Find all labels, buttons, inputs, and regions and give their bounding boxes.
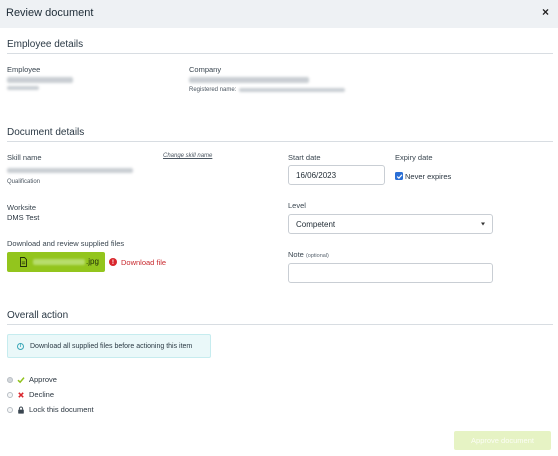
level-label: Level bbox=[288, 201, 306, 210]
note-input[interactable] bbox=[288, 263, 493, 283]
lock-option[interactable]: Lock this document bbox=[7, 405, 94, 414]
registered-name-redacted bbox=[239, 88, 345, 92]
note-label-text: Note bbox=[288, 250, 304, 259]
employee-label: Employee bbox=[7, 65, 41, 74]
start-date-label: Start date bbox=[288, 153, 321, 162]
close-icon[interactable]: × bbox=[542, 5, 549, 19]
expiry-date-label: Expiry date bbox=[395, 153, 433, 162]
section-divider bbox=[7, 53, 553, 54]
registered-name-label: Registered name: bbox=[189, 87, 237, 93]
alert-icon: ! bbox=[109, 258, 117, 266]
never-expires-label: Never expires bbox=[405, 172, 452, 181]
download-file-label: Download file bbox=[121, 257, 167, 267]
lock-radio[interactable] bbox=[7, 406, 13, 413]
never-expires-checkbox[interactable] bbox=[395, 172, 403, 180]
x-icon bbox=[17, 391, 25, 399]
file-extension: .jpg bbox=[86, 257, 99, 266]
document-section-title: Document details bbox=[7, 127, 85, 138]
overall-section-title: Overall action bbox=[7, 310, 69, 321]
section-divider bbox=[7, 141, 553, 142]
chevron-down-icon bbox=[481, 222, 485, 226]
start-date-input[interactable]: 16/06/2023 bbox=[288, 165, 385, 185]
decline-option[interactable]: Decline bbox=[7, 390, 54, 399]
check-icon bbox=[396, 173, 402, 179]
company-name-redacted bbox=[189, 77, 309, 83]
worksite-label: Worksite bbox=[7, 203, 37, 212]
approve-option[interactable]: Approve bbox=[7, 375, 57, 384]
approve-label: Approve bbox=[29, 375, 57, 384]
qualification-label: Qualification bbox=[7, 179, 41, 185]
change-skill-name-link[interactable]: Change skill name bbox=[163, 153, 212, 159]
decline-radio[interactable] bbox=[7, 391, 13, 398]
alert-text: Download all supplied files before actio… bbox=[30, 342, 193, 350]
note-label: Note (optional) bbox=[288, 250, 329, 259]
supplied-file-button[interactable]: .jpg bbox=[7, 252, 105, 272]
lock-label: Lock this document bbox=[29, 405, 94, 414]
note-optional-label: (optional) bbox=[305, 253, 329, 259]
file-icon bbox=[20, 257, 27, 267]
section-divider bbox=[7, 324, 553, 325]
start-date-value: 16/06/2023 bbox=[296, 170, 337, 180]
download-files-label: Download and review supplied files bbox=[7, 239, 125, 248]
employee-name-redacted bbox=[7, 77, 73, 83]
level-select[interactable]: Competent bbox=[288, 214, 493, 234]
check-icon bbox=[17, 376, 25, 384]
level-value: Competent bbox=[296, 219, 336, 229]
download-file-link[interactable]: ! Download file bbox=[109, 257, 166, 267]
approve-radio[interactable] bbox=[7, 376, 13, 383]
decline-label: Decline bbox=[29, 390, 55, 399]
dialog-header: Review document × bbox=[0, 0, 558, 28]
approve-document-button[interactable]: Approve document bbox=[454, 431, 551, 450]
skill-name-redacted bbox=[7, 168, 133, 173]
employee-section-title: Employee details bbox=[7, 39, 84, 50]
info-icon: i bbox=[17, 342, 24, 350]
file-name-redacted bbox=[33, 259, 85, 265]
worksite-value: DMS Test bbox=[7, 213, 40, 222]
download-required-alert: i Download all supplied files before act… bbox=[7, 334, 211, 358]
dialog-title: Review document bbox=[6, 7, 94, 19]
lock-icon bbox=[17, 406, 25, 414]
employee-id-redacted bbox=[7, 86, 39, 90]
skill-name-label: Skill name bbox=[7, 153, 42, 162]
company-label: Company bbox=[189, 65, 222, 74]
